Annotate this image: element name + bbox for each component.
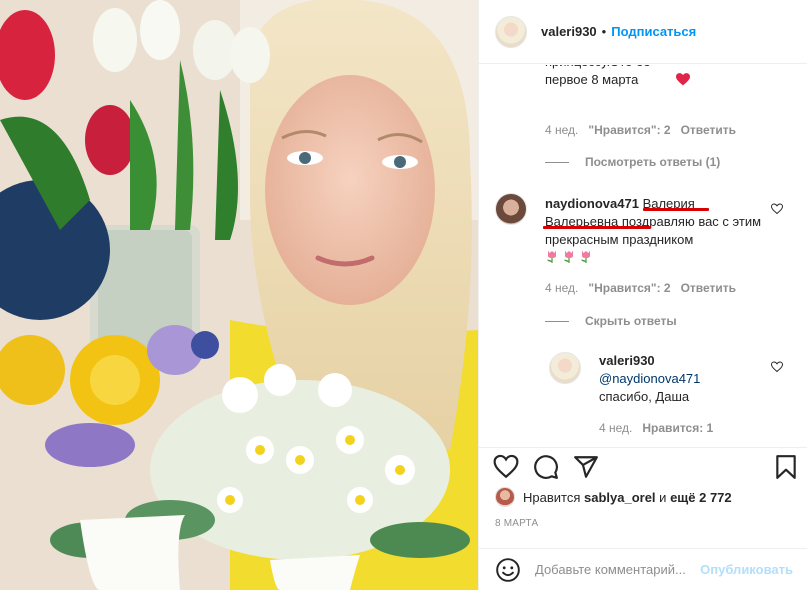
tulip-icon [581,250,590,263]
comment-like-heart-icon[interactable] [771,203,783,215]
comment-body: принцессу.Это ее первое 8 марта [545,65,651,87]
author-username[interactable]: valeri930 [541,24,597,39]
commenter-avatar[interactable] [495,193,527,225]
view-replies-label: Посмотреть ответы (1) [585,155,721,169]
reply-body: спасибо, Даша [599,389,690,404]
comment-text: naydionova471 Валерия Валерьевна поздрав… [545,195,770,249]
hide-replies-toggle[interactable]: Скрыть ответы [545,314,677,328]
author-avatar[interactable] [495,15,527,48]
toggle-line [545,320,569,322]
share-icon[interactable] [573,454,599,480]
post-photo[interactable] [0,0,478,590]
tulip-emojis [545,249,593,263]
likes-count-link[interactable]: ещё 2 772 [670,490,732,505]
comment-text: принцессу.Это ее первое 8 марта [545,65,795,89]
follow-button[interactable]: Подписаться [611,24,696,39]
comments-list[interactable]: принцессу.Это ее первое 8 марта 4 нед. "… [479,65,807,447]
liker-avatar[interactable] [495,487,515,507]
post-sidebar: valeri930 • Подписаться принцессу.Это ее… [478,0,807,590]
comment-meta: 4 нед. "Нравится": 2 Ответить [545,123,736,137]
view-replies-toggle[interactable]: Посмотреть ответы (1) [545,155,720,169]
likes-and: и [659,489,667,505]
comment-icon[interactable] [533,454,559,480]
heart-icon[interactable] [493,454,519,480]
tulip-icon [547,250,556,263]
comment-time[interactable]: 4 нед. [545,281,578,295]
likes-prefix: Нравится [523,489,581,505]
highlight-underline [543,226,651,229]
post-date[interactable]: 8 МАРТА [495,518,538,529]
reply-time[interactable]: 4 нед. [599,421,632,435]
likes-summary: Нравится sablya_orel и ещё 2 772 [495,487,807,507]
reply-button[interactable]: Ответить [681,123,736,137]
bookmark-icon[interactable] [773,454,799,480]
comment-item: принцессу.Это ее первое 8 марта [545,65,795,89]
commenter-username[interactable]: naydionova471 [545,196,639,211]
post-header: valeri930 • Подписаться [479,0,807,64]
comment-time[interactable]: 4 нед. [545,123,578,137]
tulip-icon [564,250,573,263]
reply-username[interactable]: valeri930 [599,353,655,368]
comment-likes[interactable]: "Нравится": 2 [588,281,670,295]
reply-meta: 4 нед. Нравится: 1 [599,421,713,435]
post-comment-button[interactable]: Опубликовать [700,562,793,577]
reply-mention[interactable]: @naydionova471 [599,371,700,386]
reply-likes[interactable]: Нравится: 1 [642,421,713,435]
reply-text: valeri930 @naydionova471 спасибо, Даша [599,352,774,406]
reply-like-heart-icon[interactable] [771,361,783,373]
post-actions [479,447,807,487]
comment-meta: 4 нед. "Нравится": 2 Ответить [545,281,736,295]
comment-likes[interactable]: "Нравится": 2 [588,123,670,137]
reply-button[interactable]: Ответить [681,281,736,295]
comment-composer: Добавьте комментарий... Опубликовать [479,548,807,590]
red-heart-emoji-icon [676,73,690,86]
reply-author-avatar[interactable] [549,352,581,384]
photo-illustration [0,0,478,590]
toggle-line [545,161,569,163]
comment-input[interactable]: Добавьте комментарий... [535,562,700,577]
hide-replies-label: Скрыть ответы [585,314,677,328]
liker-username[interactable]: sablya_orel [584,490,656,505]
highlight-underline [643,208,709,211]
separator-dot: • [601,24,607,39]
emoji-icon[interactable] [495,557,521,583]
